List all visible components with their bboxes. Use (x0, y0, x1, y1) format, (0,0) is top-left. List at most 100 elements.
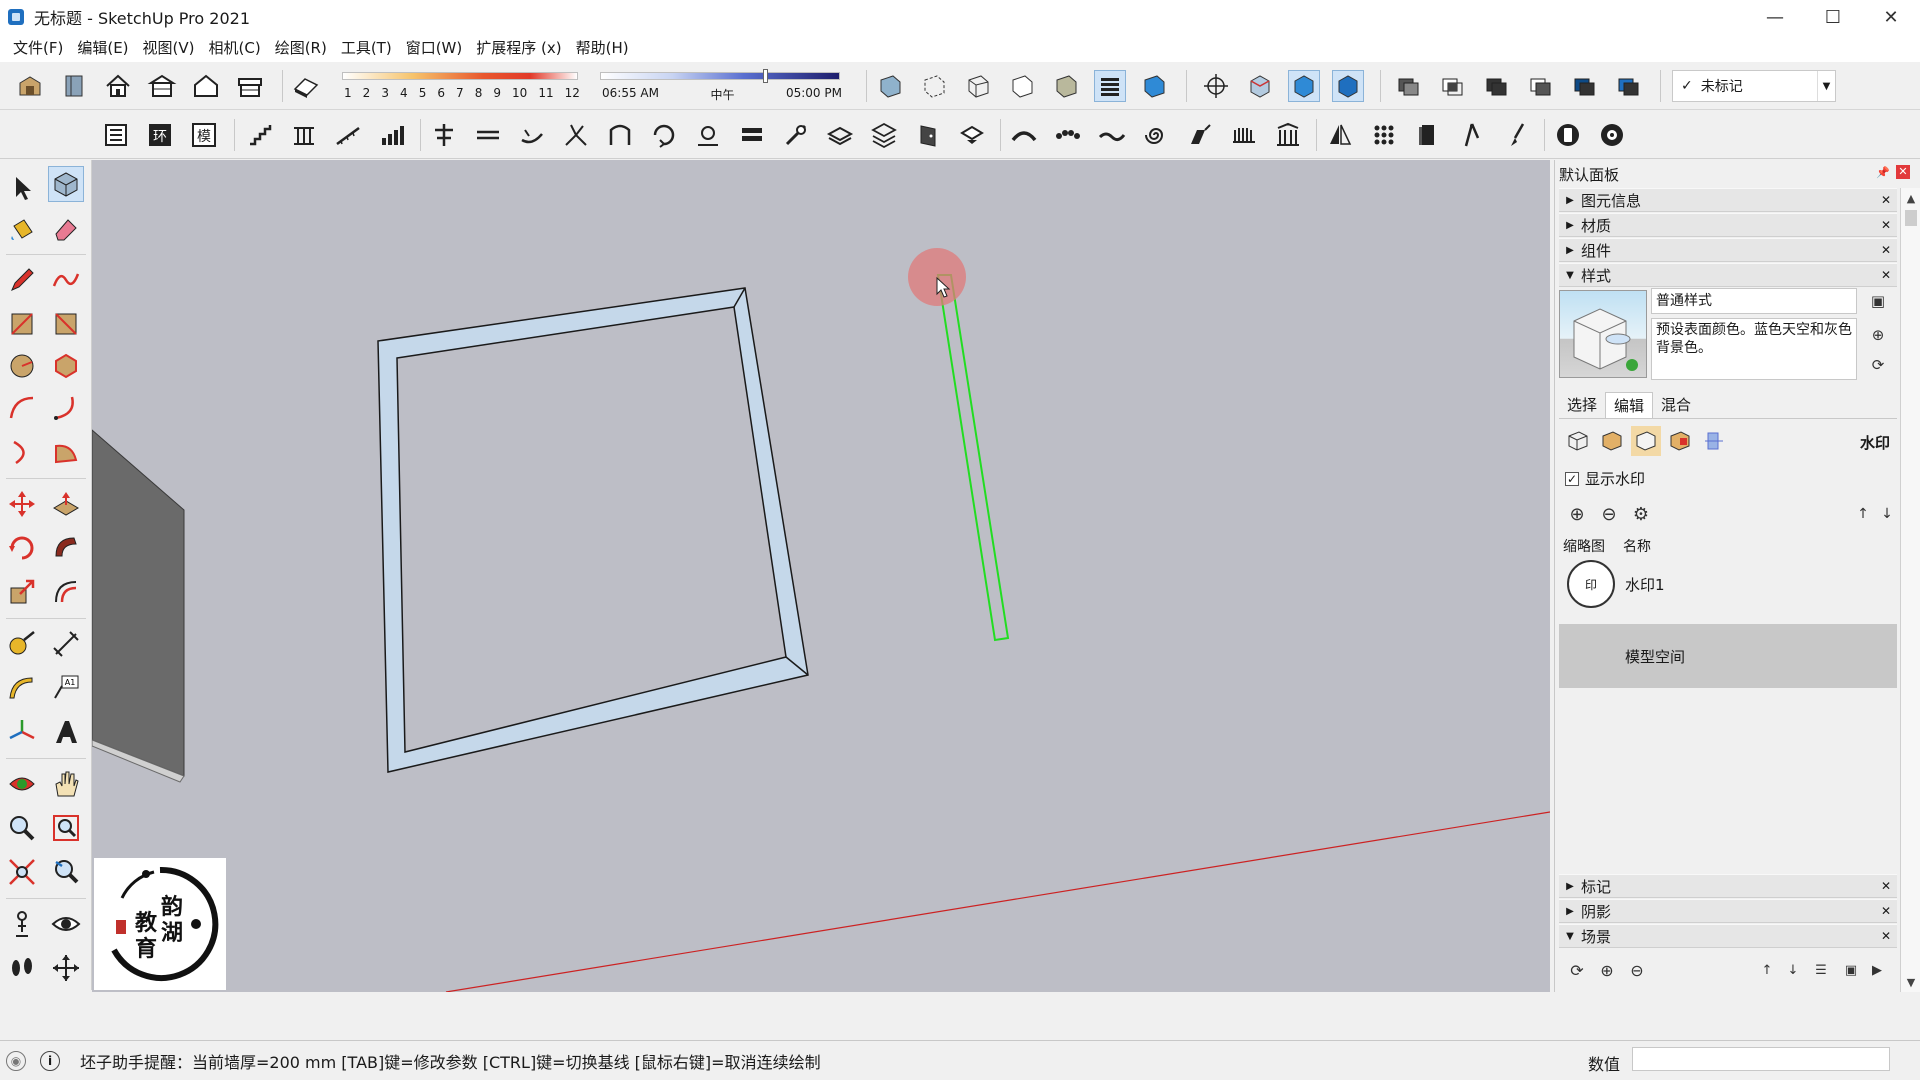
make-component-icon[interactable] (48, 166, 84, 202)
info-icon[interactable]: i (40, 1050, 60, 1071)
scene-canvas[interactable] (92, 160, 1550, 992)
extrude-tool-icon[interactable] (1184, 119, 1216, 151)
add-watermark-icon[interactable]: ⊕ (1565, 502, 1589, 526)
menu-view[interactable]: 视图(V) (136, 34, 202, 62)
look-around-eye-icon[interactable] (48, 906, 84, 942)
menu-file[interactable]: 文件(F) (6, 34, 70, 62)
view-options-icon[interactable]: ☰ (1809, 958, 1833, 982)
measurements-input[interactable] (1632, 1047, 1890, 1071)
book-icon[interactable] (58, 70, 90, 102)
comb-tool-icon[interactable] (1228, 119, 1260, 151)
move-down-icon[interactable]: ↓ (1875, 502, 1899, 526)
watermark-list-item[interactable]: 印 水印1 (1559, 558, 1895, 610)
minimize-button[interactable]: — (1746, 0, 1804, 34)
scale-icon[interactable] (4, 574, 40, 610)
offset-icon[interactable] (48, 574, 84, 610)
background-settings-icon[interactable] (1631, 426, 1661, 456)
show-watermark-checkbox[interactable]: ✓ 显示水印 (1565, 468, 1645, 489)
environment-icon[interactable]: 环 (144, 119, 176, 151)
tray-shadows[interactable]: ▶ 阴影 ✕ (1559, 899, 1897, 923)
top-view-icon[interactable] (1244, 70, 1276, 102)
move-up-icon[interactable]: ↑ (1851, 502, 1875, 526)
wall-tool-icon[interactable] (428, 119, 460, 151)
brush-tool-icon[interactable] (1500, 119, 1532, 151)
zoom-extents-icon[interactable] (4, 854, 40, 890)
rectangle-icon[interactable] (4, 306, 40, 342)
tray-tags[interactable]: ▶ 标记 ✕ (1559, 874, 1897, 898)
back-edges-style-icon[interactable] (918, 70, 950, 102)
railing-tool-icon[interactable] (288, 119, 320, 151)
face-settings-icon[interactable] (1597, 426, 1627, 456)
store-icon[interactable] (234, 70, 266, 102)
wave-tool-icon[interactable] (1096, 119, 1128, 151)
dimension-icon[interactable] (48, 626, 84, 662)
chevron-down-icon[interactable]: ▼ (1817, 71, 1835, 101)
close-tray-icon[interactable]: ✕ (1881, 268, 1891, 282)
zoom-window-icon[interactable] (48, 810, 84, 846)
home-icon[interactable] (102, 70, 134, 102)
text-label-icon[interactable]: A1 (48, 670, 84, 706)
outer-shell-icon[interactable] (1392, 70, 1424, 102)
wall-segment-left[interactable] (92, 429, 185, 777)
menu-camera[interactable]: 相机(C) (202, 34, 268, 62)
drawing-viewport[interactable]: 韵 湖 教 育 (92, 160, 1550, 992)
close-button[interactable]: ✕ (1862, 0, 1920, 34)
floor-tool-icon[interactable] (516, 119, 548, 151)
trim-icon[interactable] (1568, 70, 1600, 102)
section-plane-icon[interactable] (48, 950, 84, 986)
pie-icon[interactable] (48, 434, 84, 470)
polygon-icon[interactable] (48, 348, 84, 384)
subtract-icon[interactable] (1524, 70, 1556, 102)
refresh-icon[interactable]: ⟳ (1565, 958, 1589, 982)
roof-tool-icon[interactable] (560, 119, 592, 151)
wireframe-style-icon[interactable] (962, 70, 994, 102)
paint-bucket-icon[interactable] (4, 212, 40, 248)
stack-tool-icon[interactable] (868, 119, 900, 151)
grid-layers-icon[interactable] (824, 119, 856, 151)
panel-scrollbar[interactable]: ▲ ▼ (1900, 188, 1920, 992)
iso-view-icon[interactable] (1200, 70, 1232, 102)
rotated-rectangle-icon[interactable] (48, 306, 84, 342)
close-tray-icon[interactable]: ✕ (1881, 879, 1891, 893)
scene-expand-icon[interactable]: ▶ (1865, 958, 1889, 982)
line-pencil-icon[interactable] (4, 262, 40, 298)
selected-wall-preview[interactable] (936, 274, 1010, 642)
shadow-toggle-icon[interactable] (290, 70, 322, 102)
door-tool-icon[interactable] (912, 119, 944, 151)
scene-up-icon[interactable]: ↑ (1755, 958, 1779, 982)
scrollbar-thumb[interactable] (1904, 210, 1917, 226)
circle-icon[interactable] (4, 348, 40, 384)
menu-edit[interactable]: 编辑(E) (70, 34, 135, 62)
tray-materials[interactable]: ▶ 材质 ✕ (1559, 213, 1897, 237)
pan-hand-icon[interactable] (48, 766, 84, 802)
phone-panel-icon[interactable] (1552, 119, 1584, 151)
panel-close-button[interactable]: ✕ (1896, 165, 1910, 179)
mirror-tool-icon[interactable] (1324, 119, 1356, 151)
grid-array-icon[interactable] (1368, 119, 1400, 151)
scroll-down-icon[interactable]: ▼ (1901, 972, 1920, 992)
protractor-icon[interactable] (4, 670, 40, 706)
beam-tool-icon[interactable] (472, 119, 504, 151)
month-slider[interactable]: 1 2 3 4 5 6 7 8 9 10 11 12 (340, 68, 580, 106)
zoom-icon[interactable] (4, 810, 40, 846)
close-tray-icon[interactable]: ✕ (1881, 243, 1891, 257)
spiral-tool-icon[interactable] (1140, 119, 1172, 151)
maximize-button[interactable]: ☐ (1804, 0, 1862, 34)
watermark-settings-icon[interactable] (1665, 426, 1695, 456)
edge-settings-icon[interactable] (1563, 426, 1593, 456)
model-space-separator[interactable]: 模型空间 (1559, 624, 1897, 688)
menu-help[interactable]: 帮助(H) (569, 34, 636, 62)
close-tray-icon[interactable]: ✕ (1881, 904, 1891, 918)
curve-tool-icon[interactable] (1008, 119, 1040, 151)
model-icon[interactable]: 模 (188, 119, 220, 151)
monochrome-style-icon[interactable] (1138, 70, 1170, 102)
tab-mix[interactable]: 混合 (1653, 392, 1699, 418)
remove-scene-icon[interactable]: ⊖ (1625, 958, 1649, 982)
arc-icon[interactable] (4, 390, 40, 426)
arch-tool-icon[interactable] (604, 119, 636, 151)
geolocation-icon[interactable]: ◉ (6, 1050, 26, 1071)
freehand-icon[interactable] (48, 262, 84, 298)
ramp-tool-icon[interactable] (332, 119, 364, 151)
follow-me-icon[interactable] (48, 530, 84, 566)
save-style-icon[interactable]: ▣ (1867, 290, 1889, 312)
